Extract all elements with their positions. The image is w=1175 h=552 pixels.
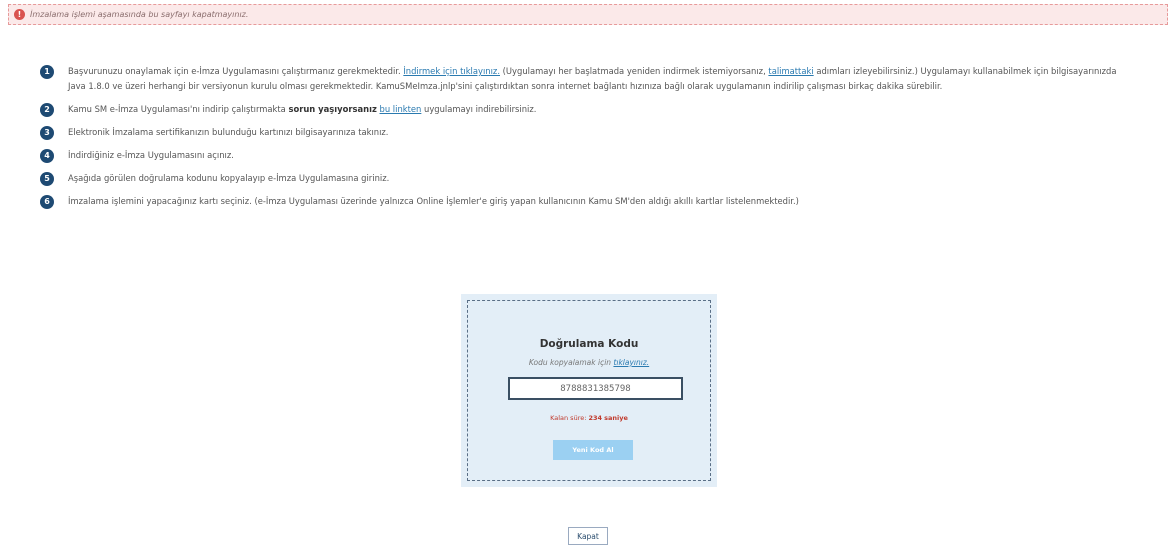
- list-item: 4 İndirdiğiniz e-İmza Uygulamasını açını…: [40, 148, 1125, 163]
- step-text: Aşağıda görülen doğrulama kodunu kopyala…: [68, 173, 390, 183]
- verification-code-frame: Doğrulama Kodu Kodu kopyalamak için tıkl…: [467, 300, 711, 481]
- step-number-badge: 2: [40, 103, 54, 117]
- step-text: İndirdiğiniz e-İmza Uygulamasını açınız.: [68, 150, 234, 160]
- verification-code-panel: Doğrulama Kodu Kodu kopyalamak için tıkl…: [461, 294, 717, 487]
- verification-code-field[interactable]: [508, 377, 683, 400]
- step-text: Kamu SM e-İmza Uygulaması'nı indirip çal…: [68, 104, 537, 114]
- download-link[interactable]: İndirmek için tıklayınız.: [403, 66, 500, 76]
- step-number-badge: 3: [40, 126, 54, 140]
- list-item: 6 İmzalama işlemini yapacağınız kartı se…: [40, 194, 1125, 209]
- instruction-list: 1 Başvurunuzu onaylamak için e-İmza Uygu…: [40, 64, 1125, 217]
- alternate-download-link[interactable]: bu linkten: [380, 104, 422, 114]
- warning-banner: ! İmzalama işlemi aşamasında bu sayfayı …: [8, 4, 1168, 25]
- step-text: İmzalama işlemini yapacağınız kartı seçi…: [68, 196, 799, 206]
- copy-hint: Kodu kopyalamak için tıklayınız.: [528, 358, 650, 367]
- copy-code-link[interactable]: tıklayınız.: [613, 358, 649, 367]
- instructions-link[interactable]: talimattaki: [768, 66, 813, 76]
- step-number-badge: 5: [40, 172, 54, 186]
- remaining-seconds: 234: [588, 414, 603, 422]
- step-text: Elektronik İmzalama sertifikanızın bulun…: [68, 127, 389, 137]
- remaining-time: Kalan süre: 234 saniye: [550, 414, 628, 422]
- new-code-button[interactable]: Yeni Kod Al: [553, 440, 633, 460]
- step-number-badge: 6: [40, 195, 54, 209]
- close-button[interactable]: Kapat: [568, 527, 608, 545]
- step-number-badge: 1: [40, 65, 54, 79]
- list-item: 5 Aşağıda görülen doğrulama kodunu kopya…: [40, 171, 1125, 186]
- warning-text: İmzalama işlemi aşamasında bu sayfayı ka…: [30, 10, 249, 19]
- list-item: 1 Başvurunuzu onaylamak için e-İmza Uygu…: [40, 64, 1125, 94]
- list-item: 2 Kamu SM e-İmza Uygulaması'nı indirip ç…: [40, 102, 1125, 117]
- step-text: Başvurunuzu onaylamak için e-İmza Uygula…: [68, 66, 1117, 91]
- step-number-badge: 4: [40, 149, 54, 163]
- list-item: 3 Elektronik İmzalama sertifikanızın bul…: [40, 125, 1125, 140]
- exclamation-icon: !: [14, 9, 25, 20]
- verification-title: Doğrulama Kodu: [539, 338, 639, 350]
